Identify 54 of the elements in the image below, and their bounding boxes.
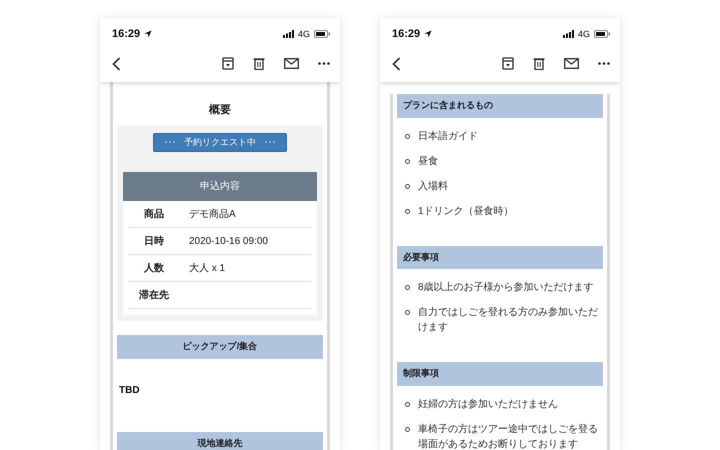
list-item-text: 8歳以上のお子様から参加いただけます: [418, 280, 594, 295]
section-heading: 必要事項: [397, 246, 603, 269]
bullet-icon: [405, 426, 410, 432]
section-heading: 制限事項: [397, 362, 603, 386]
bullet-icon: [405, 310, 410, 315]
network-label: 4G: [298, 28, 310, 40]
dots-icon: [164, 140, 176, 144]
list-item-text: 日本語ガイド: [418, 130, 478, 144]
bullet-icon: [405, 184, 410, 188]
archive-button[interactable]: [222, 57, 234, 70]
mail-button[interactable]: [284, 58, 299, 69]
trash-button[interactable]: [253, 57, 265, 70]
location-arrow-icon: [144, 30, 152, 38]
section-text: TBD: [118, 384, 141, 398]
back-button[interactable]: [112, 56, 121, 70]
bullet-icon: [405, 285, 410, 290]
status-time: 16:29: [112, 27, 140, 42]
trash-button[interactable]: [533, 57, 545, 70]
list-item-text: 妊婦の方は参加いただけません: [418, 398, 558, 412]
section-heading: 現地連絡先: [117, 432, 323, 450]
row-label: 滞在先: [138, 288, 170, 302]
list-item-text: 自力ではしごを登れる方のみ参加いただけます: [418, 306, 599, 335]
more-button[interactable]: [598, 62, 610, 65]
list-item-text: 入場料: [418, 180, 448, 194]
battery-icon: [594, 30, 610, 38]
archive-button[interactable]: [502, 57, 514, 70]
list-item-text: 1ドリンク（昼食時）: [418, 204, 514, 218]
bullet-icon: [405, 402, 410, 406]
location-arrow-icon: [424, 30, 432, 38]
mail-button[interactable]: [564, 58, 579, 69]
row-label: 商品: [143, 207, 165, 222]
bullet-icon: [405, 134, 410, 138]
row-value: 2020-10-16 09:00: [188, 234, 268, 248]
network-label: 4G: [578, 28, 590, 40]
row-label: 人数: [142, 262, 165, 276]
section-heading: プランに含まれるもの: [397, 94, 603, 118]
battery-icon: [314, 30, 330, 38]
row-value: デモ商品A: [188, 208, 236, 222]
signal-icon: [282, 30, 294, 38]
list-item-text: 車椅子の方はツアー途中ではしごを登る場面があるためお断りしております: [418, 422, 599, 450]
status-button[interactable]: 予約リクエスト中: [153, 132, 287, 152]
details-header: 申込内容: [123, 172, 317, 201]
list-item-text: 昼食: [418, 154, 438, 168]
summary-title: 概要: [208, 102, 232, 118]
back-button[interactable]: [392, 56, 401, 70]
status-time: 16:29: [392, 27, 420, 42]
signal-icon: [562, 30, 574, 38]
dots-icon: [264, 140, 276, 144]
bullet-icon: [405, 208, 410, 214]
row-label: 日時: [143, 234, 165, 248]
section-heading: ピックアップ/集合: [117, 335, 323, 358]
row-value: 大人 x 1: [188, 262, 226, 276]
bullet-icon: [405, 158, 410, 164]
more-button[interactable]: [318, 62, 330, 65]
